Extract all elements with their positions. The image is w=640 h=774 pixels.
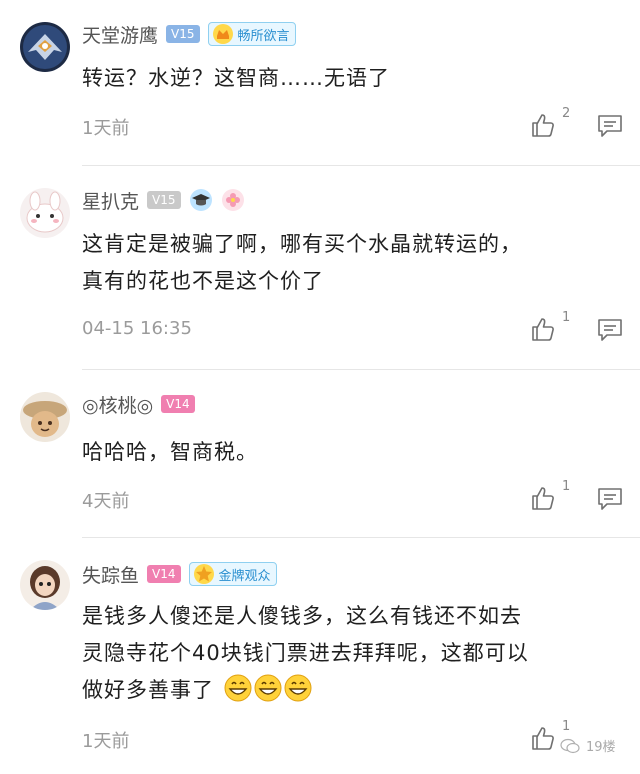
watermark-label: 19楼: [586, 740, 616, 755]
username[interactable]: 星扒克: [82, 187, 139, 214]
comment-content: 哈哈哈，智商税。: [82, 434, 627, 471]
username[interactable]: ◎核桃◎: [82, 391, 153, 418]
thumbs-up-icon[interactable]: [530, 316, 556, 342]
avatar[interactable]: [20, 188, 70, 238]
comment-item: 天堂游鹰 V15 畅所欲言 转运？水逆？这智商……无语了 1天前 2: [0, 0, 640, 166]
vip-badge: V14: [161, 395, 195, 413]
content-line: 转运？水逆？这智商……无语了: [82, 66, 390, 90]
timestamp: 1天前: [82, 731, 130, 752]
avatar[interactable]: [20, 560, 70, 610]
star-medal-icon: [193, 564, 214, 584]
timestamp: 04-15 16:35: [82, 318, 192, 339]
comment-content: 是钱多人傻还是人傻钱多，这么有钱还不如去 灵隐寺花个40块钱门票进去拜拜呢，这都…: [82, 598, 627, 709]
content-text: 做好多善事了: [82, 678, 214, 702]
timestamp: 1天前: [82, 118, 130, 139]
like-count: 1: [562, 719, 571, 734]
grin-emoji-icon: [224, 674, 252, 702]
comment-content: 转运？水逆？这智商……无语了: [82, 60, 627, 97]
name-row: 天堂游鹰 V15 畅所欲言: [82, 21, 296, 47]
comment-item: 失踪鱼 V14 金牌观众 是钱多人傻还是人傻钱多，这么有钱还不如去 灵隐寺花个4…: [0, 538, 640, 774]
watermark: 19楼: [560, 736, 616, 755]
username[interactable]: 失踪鱼: [82, 561, 139, 588]
comment-icon[interactable]: [597, 487, 623, 511]
content-line: 哈哈哈，智商税。: [82, 440, 258, 464]
content-line: 灵隐寺花个40块钱门票进去拜拜呢，这都可以: [82, 641, 529, 665]
content-line: 真有的花也不是这个价了: [82, 269, 324, 293]
comment-item: ◎核桃◎ V14 哈哈哈，智商税。 4天前 1: [0, 370, 640, 538]
avatar[interactable]: [20, 22, 70, 72]
timestamp: 4天前: [82, 491, 130, 512]
avatar[interactable]: [20, 392, 70, 442]
username[interactable]: 天堂游鹰: [82, 21, 158, 48]
comment-content: 这肯定是被骗了啊，哪有买个水晶就转运的， 真有的花也不是这个价了: [82, 226, 627, 300]
thumbs-up-icon[interactable]: [530, 725, 556, 751]
vip-badge: V15: [166, 25, 200, 43]
medal-label: 畅所欲言: [237, 28, 290, 44]
content-line: 是钱多人傻还是人傻钱多，这么有钱还不如去: [82, 604, 522, 628]
like-count: 1: [562, 310, 571, 325]
medal-badge: 畅所欲言: [207, 22, 296, 46]
medal-label: 金牌观众: [218, 568, 271, 584]
content-line: 做好多善事了: [82, 672, 627, 709]
like-count: 1: [562, 479, 571, 494]
medal-badge: 金牌观众: [188, 562, 277, 586]
name-row: 失踪鱼 V14 金牌观众: [82, 561, 277, 587]
crown-icon: [212, 24, 233, 44]
grin-emoji-icon: [284, 674, 312, 702]
vip-badge: V14: [147, 565, 181, 583]
comment-item: 星扒克 V15 这肯定是被骗了啊，哪有买个水晶就转运的， 真有的花也不是这个价了…: [0, 166, 640, 370]
graduation-cap-badge-icon: [189, 189, 212, 211]
wechat-icon: [560, 738, 580, 753]
like-count: 2: [562, 106, 571, 121]
grin-emoji-icon: [254, 674, 282, 702]
thumbs-up-icon[interactable]: [530, 112, 556, 138]
name-row: ◎核桃◎ V14: [82, 391, 195, 417]
comment-icon[interactable]: [597, 318, 623, 342]
flower-badge-icon: [221, 189, 244, 211]
thumbs-up-icon[interactable]: [530, 485, 556, 511]
content-line: 这肯定是被骗了啊，哪有买个水晶就转运的，: [82, 232, 522, 256]
comment-icon[interactable]: [597, 114, 623, 138]
name-row: 星扒克 V15: [82, 187, 245, 213]
vip-badge: V15: [147, 191, 181, 209]
